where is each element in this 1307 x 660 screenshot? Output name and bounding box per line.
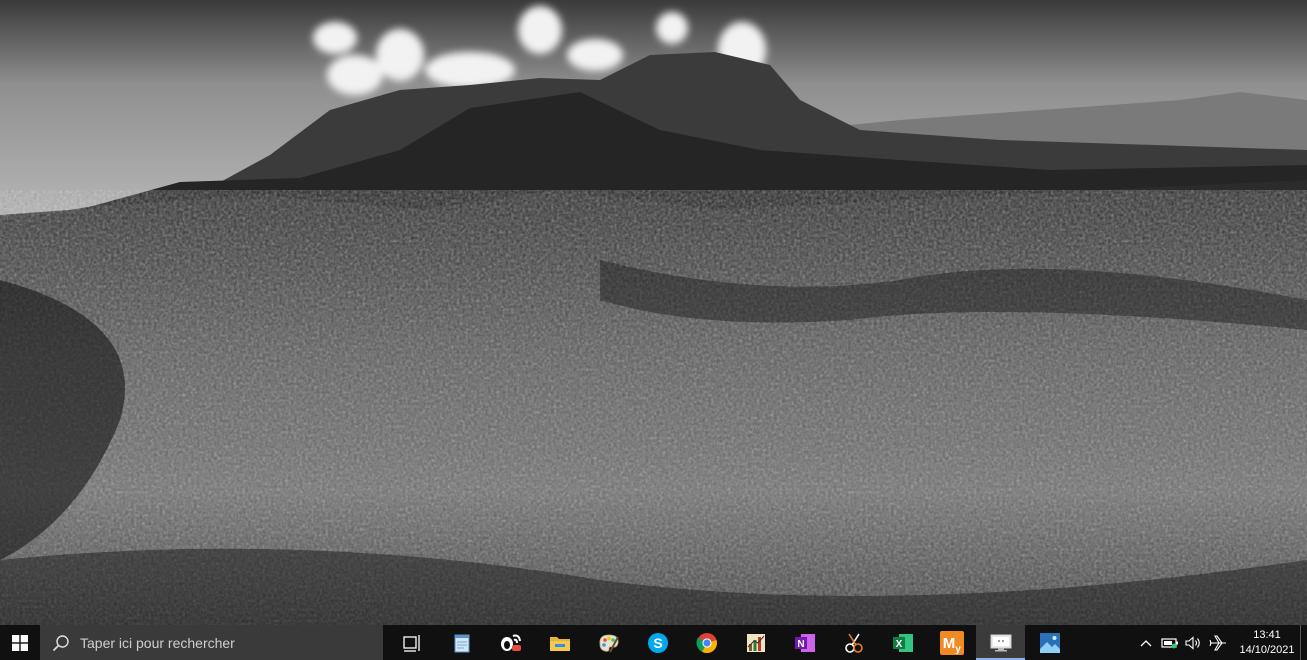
taskbar: Taper ici pour rechercher S N X M y 13:4… [0, 625, 1307, 660]
svg-text:X: X [895, 639, 902, 650]
start-button[interactable] [0, 625, 40, 660]
battery-icon [1161, 637, 1178, 648]
tray-overflow-button[interactable] [1134, 625, 1158, 660]
chevron-up-icon [1140, 639, 1152, 646]
taskbar-photos[interactable] [1025, 625, 1074, 660]
taskbar-my-app[interactable]: M y [927, 625, 976, 660]
search-icon [52, 634, 69, 651]
taskbar-chart-app[interactable] [731, 625, 780, 660]
taskbar-clock[interactable]: 13:41 14/10/2021 [1234, 625, 1300, 660]
chrome-icon [695, 632, 717, 653]
skype-icon: S [647, 632, 668, 653]
svg-text:N: N [797, 639, 804, 650]
search-box[interactable]: Taper ici pour rechercher [40, 625, 383, 660]
airplane-mode-icon [1209, 634, 1226, 651]
tray-volume[interactable] [1182, 625, 1206, 660]
windows-logo-icon [12, 634, 28, 651]
clock-date: 14/10/2021 [1239, 643, 1295, 656]
taskbar-chrome[interactable] [682, 625, 731, 660]
taskbar-task-view[interactable] [388, 625, 437, 660]
taskbar-remote-desktop[interactable] [976, 625, 1025, 660]
desktop-wallpaper [0, 0, 1307, 625]
chart-app-icon [746, 633, 765, 652]
system-tray: 13:41 14/10/2021 [1134, 625, 1307, 660]
volume-icon [1185, 635, 1200, 650]
snipping-tool-icon [844, 633, 863, 653]
paint-icon [599, 634, 619, 652]
my-app-icon: M y [939, 630, 964, 655]
taskbar-file-explorer[interactable] [535, 625, 584, 660]
notepad-icon [454, 634, 469, 652]
photos-icon [1039, 632, 1060, 653]
svg-text:S: S [653, 635, 662, 651]
taskbar-apps: S N X M y [388, 625, 1074, 660]
taskbar-snipping-tool[interactable] [829, 625, 878, 660]
taskbar-paint[interactable] [584, 625, 633, 660]
file-explorer-icon [549, 636, 570, 651]
excel-icon: X [892, 633, 913, 652]
taskbar-onenote[interactable]: N [780, 625, 829, 660]
taskbar-chat-app[interactable] [486, 625, 535, 660]
taskbar-skype[interactable]: S [633, 625, 682, 660]
taskbar-excel[interactable]: X [878, 625, 927, 660]
onenote-icon: N [794, 633, 815, 652]
wallpaper-landscape [0, 0, 1307, 625]
taskbar-notepad[interactable] [437, 625, 486, 660]
chat-app-icon [500, 634, 521, 651]
task-view-icon [402, 634, 420, 652]
show-desktop-button[interactable] [1300, 625, 1307, 660]
tray-airplane-mode[interactable] [1206, 625, 1230, 660]
svg-text:y: y [955, 644, 961, 655]
clock-time: 13:41 [1253, 628, 1281, 641]
svg-text:M: M [942, 635, 955, 652]
search-placeholder: Taper ici pour rechercher [80, 634, 235, 651]
remote-desktop-icon [990, 634, 1011, 651]
tray-battery[interactable] [1158, 625, 1182, 660]
